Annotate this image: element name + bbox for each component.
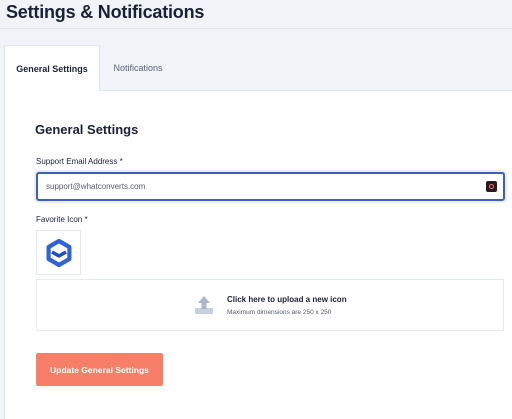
upload-icon (195, 296, 213, 314)
title-divider (0, 28, 512, 29)
update-general-settings-button[interactable]: Update General Settings (36, 353, 163, 386)
icon-field-label: Favorite Icon * (36, 215, 88, 224)
section-title: General Settings (35, 122, 139, 137)
email-input[interactable] (46, 174, 476, 199)
general-settings-panel: General Settings Support Email Address *… (4, 90, 512, 419)
upload-icon-dropzone[interactable]: Click here to upload a new icon Maximum … (36, 279, 504, 331)
tab-general-settings[interactable]: General Settings (4, 45, 100, 91)
tab-notifications[interactable]: Notifications (100, 45, 176, 91)
page-title: Settings & Notifications (6, 2, 205, 22)
whatconverts-logo-icon (45, 238, 71, 267)
password-manager-icon[interactable] (486, 181, 497, 192)
upload-instruction[interactable]: Click here to upload a new icon (227, 295, 347, 304)
email-field-label: Support Email Address * (36, 157, 123, 166)
email-field[interactable] (36, 172, 505, 201)
favorite-icon-preview (36, 230, 81, 275)
settings-tabs: General Settings Notifications (4, 45, 176, 91)
upload-dimensions-hint: Maximum dimensions are 250 x 250 (227, 309, 332, 316)
